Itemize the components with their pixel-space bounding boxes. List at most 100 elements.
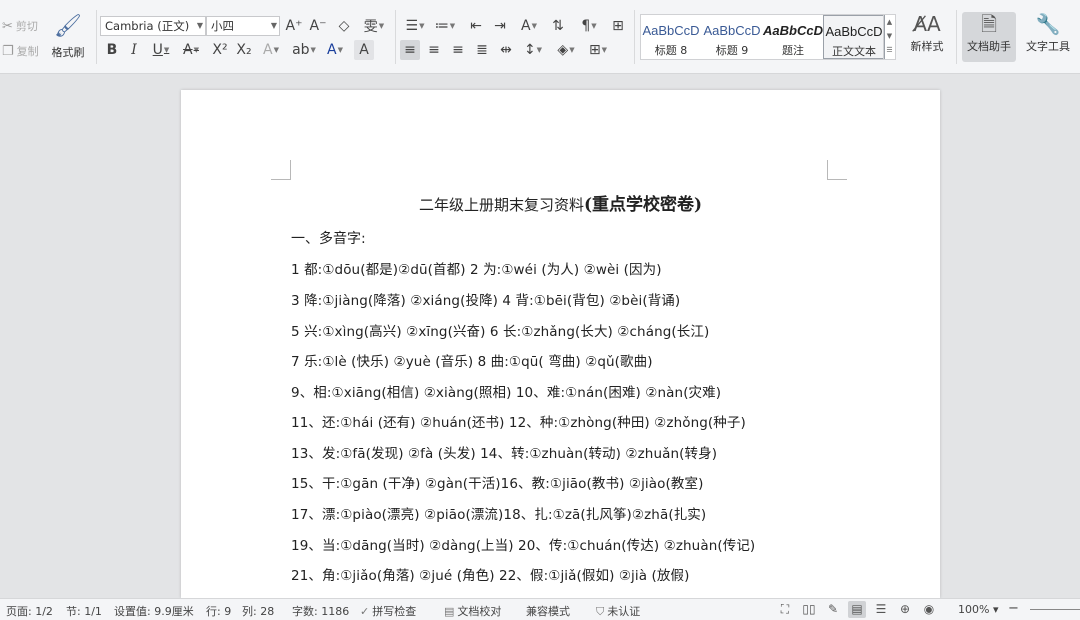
style-heading-9[interactable]: AaBbCcD 标题 9 bbox=[702, 15, 762, 59]
table-grid-icon[interactable]: ⊞ bbox=[608, 16, 628, 36]
document-page[interactable]: 二年级上册期末复习资料(重点学校密卷) 一、多音字: 1 都:①dōu(都是)②… bbox=[181, 90, 940, 598]
status-word-count[interactable]: 字数: 1186 bbox=[292, 603, 349, 619]
group-separator bbox=[96, 10, 97, 64]
ribbon-toolbar: ✂ 剪切 ❐ 复制 🖌 格式刷 Cambria (正文) ▼ 小四 ▼ A⁺ A⁻ … bbox=[0, 0, 1080, 74]
character-shading-icon[interactable]: A bbox=[354, 40, 374, 60]
decrease-indent-icon[interactable]: ⇤ bbox=[466, 16, 486, 36]
chevron-down-icon[interactable]: ▼ bbox=[884, 29, 895, 43]
new-style-button[interactable]: A̸A 新样式 bbox=[902, 12, 952, 62]
align-left-icon[interactable]: ≡ bbox=[400, 40, 420, 60]
format-painter-icon: 🖌 bbox=[54, 14, 82, 39]
margin-mark-top-left bbox=[271, 160, 291, 180]
bold-icon[interactable]: B bbox=[102, 40, 122, 60]
document-title: 二年级上册期末复习资料(重点学校密卷) bbox=[418, 195, 703, 215]
text-tools-button[interactable]: 🔧 文字工具 bbox=[1020, 12, 1076, 62]
strikethrough-icon[interactable]: A ▼ bbox=[178, 40, 204, 60]
doc-line: 11、还:①hái (还有) ②huán(还书) 12、种:①zhòng(种田)… bbox=[291, 415, 746, 431]
wrench-icon: 🔧 bbox=[1035, 12, 1061, 36]
status-row: 行: 9 bbox=[206, 605, 232, 618]
margin-mark-top-right bbox=[827, 160, 847, 180]
eye-protection-icon[interactable]: ◉ bbox=[920, 601, 938, 618]
expand-gallery-icon[interactable]: ☰ bbox=[884, 43, 895, 57]
status-section[interactable]: 节: 1/1 bbox=[66, 603, 102, 619]
zoom-level[interactable]: 100% ▾ bbox=[958, 603, 998, 616]
numbered-list-icon[interactable]: ≔ ▼ bbox=[432, 16, 458, 36]
cut-button[interactable]: ✂ 剪切 bbox=[2, 18, 38, 34]
chevron-down-icon: ▼ bbox=[196, 21, 203, 30]
clear-format-icon[interactable]: ◇ bbox=[334, 16, 354, 36]
proofread-icon: ▤ bbox=[444, 605, 455, 618]
spell-check-icon: ✓ bbox=[360, 605, 370, 618]
doc-assistant-icon: 🗎 bbox=[980, 12, 998, 36]
status-page[interactable]: 页面: 1/2 bbox=[6, 603, 53, 619]
fullscreen-icon[interactable]: ⛶ bbox=[776, 601, 794, 618]
section-heading: 一、多音字: bbox=[291, 231, 366, 247]
read-mode-icon[interactable]: ▯▯ bbox=[800, 601, 818, 618]
chevron-down-icon: ▼ bbox=[270, 21, 277, 30]
gallery-scroll[interactable]: ▲ ▼ ☰ bbox=[883, 15, 895, 59]
italic-icon[interactable]: I bbox=[124, 40, 144, 60]
group-separator bbox=[395, 10, 396, 64]
subscript-icon[interactable]: X₂ bbox=[234, 40, 254, 60]
compat-mode-label: 兼容模式 bbox=[526, 605, 570, 618]
text-effect-icon[interactable]: A ▼ bbox=[258, 40, 284, 60]
justify-icon[interactable]: ≣ bbox=[472, 40, 492, 60]
underline-icon[interactable]: U ▼ bbox=[148, 40, 174, 60]
doc-line: 1 都:①dōu(都是)②dū(首都) 2 为:①wéi (为人) ②wèi (… bbox=[291, 262, 662, 278]
grow-font-icon[interactable]: A⁺ bbox=[284, 16, 304, 36]
copy-icon: ❐ bbox=[2, 43, 14, 59]
change-case-icon[interactable]: A ▼ bbox=[516, 16, 542, 36]
doc-line: 3 降:①jiàng(降落) ②xiáng(投降) 4 背:①bēi(背包) ②… bbox=[291, 293, 681, 309]
fill-shading-icon[interactable]: ◈ ▼ bbox=[552, 40, 580, 60]
style-body-text[interactable]: AaBbCcD 正文文本 bbox=[823, 15, 885, 59]
superscript-icon[interactable]: X² bbox=[210, 40, 230, 60]
status-col: 列: 28 bbox=[242, 605, 275, 618]
align-right-icon[interactable]: ≡ bbox=[448, 40, 468, 60]
phonetic-guide-icon[interactable]: 雯 ▼ bbox=[360, 16, 388, 36]
increase-indent-icon[interactable]: ⇥ bbox=[490, 16, 510, 36]
spell-check-button[interactable]: ✓ 拼写检查 bbox=[360, 603, 416, 619]
bullet-list-icon[interactable]: ☰ ▼ bbox=[402, 16, 428, 36]
web-view-icon[interactable]: ⊕ bbox=[896, 601, 914, 618]
outline-view-icon[interactable]: ☰ bbox=[872, 601, 890, 618]
style-caption[interactable]: AaBbCcD 题注 bbox=[763, 15, 823, 59]
scissors-icon: ✂ bbox=[2, 18, 13, 34]
zoom-slider[interactable] bbox=[1030, 609, 1080, 610]
doc-line: 17、漂:①piào(漂亮) ②piāo(漂流)18、扎:①zā(扎风筝)②zh… bbox=[291, 507, 707, 523]
page-view-icon[interactable]: ▤ bbox=[848, 601, 866, 618]
sort-icon[interactable]: ⇅ bbox=[548, 16, 568, 36]
doc-line: 7 乐:①lè (快乐) ②yuè (音乐) 8 曲:①qū( 弯曲) ②qǔ(… bbox=[291, 354, 653, 370]
doc-line: 19、当:①dāng(当时) ②dàng(上当) 20、传:①chuán(传达)… bbox=[291, 538, 756, 554]
chevron-up-icon[interactable]: ▲ bbox=[884, 15, 895, 29]
line-spacing-icon[interactable]: ↕ ▼ bbox=[520, 40, 546, 60]
shield-icon: ⛉ bbox=[596, 605, 605, 618]
copy-button[interactable]: ❐ 复制 bbox=[2, 43, 39, 59]
status-bar: 页面: 1/2 节: 1/1 设置值: 9.9厘米 行: 9 列: 28 字数:… bbox=[0, 598, 1080, 620]
status-setting[interactable]: 设置值: 9.9厘米 bbox=[114, 603, 194, 619]
format-painter-button[interactable]: 🖌 格式刷 bbox=[46, 14, 90, 60]
distribute-icon[interactable]: ⇹ bbox=[496, 40, 516, 60]
zoom-out-icon[interactable]: − bbox=[1008, 601, 1019, 616]
doc-line: 21、角:①jiǎo(角落) ②jué (角色) 22、假:①jiǎ(假如) ②… bbox=[291, 568, 690, 584]
cert-status[interactable]: ⛉ 未认证 bbox=[596, 603, 640, 619]
doc-line: 15、干:①gān (干净) ②gàn(干活)16、教:①jiāo(教书) ②j… bbox=[291, 476, 704, 492]
style-heading-8[interactable]: AaBbCcD 标题 8 bbox=[641, 15, 701, 59]
font-color-icon[interactable]: A ▼ bbox=[322, 40, 348, 60]
doc-line: 5 兴:①xìng(高兴) ②xīng(兴奋) 6 长:①zhǎng(长大) ②… bbox=[291, 324, 710, 340]
font-name-select[interactable]: Cambria (正文) ▼ bbox=[100, 16, 206, 36]
doc-line: 13、发:①fā(发现) ②fà (头发) 14、转:①zhuàn(转动) ②z… bbox=[291, 446, 718, 462]
shrink-font-icon[interactable]: A⁻ bbox=[308, 16, 328, 36]
font-size-select[interactable]: 小四 ▼ bbox=[206, 16, 280, 36]
new-style-icon: A̸A bbox=[913, 12, 941, 36]
align-center-icon[interactable]: ≡ bbox=[424, 40, 444, 60]
group-separator bbox=[634, 10, 635, 64]
write-mode-icon[interactable]: ✎ bbox=[824, 601, 842, 618]
proofread-button[interactable]: ▤ 文档校对 bbox=[444, 603, 501, 619]
show-marks-icon[interactable]: ¶ ▼ bbox=[576, 16, 602, 36]
highlight-icon[interactable]: ab ▼ bbox=[290, 40, 318, 60]
doc-assistant-button[interactable]: 🗎 文档助手 bbox=[962, 12, 1016, 62]
group-separator bbox=[956, 10, 957, 64]
borders-icon[interactable]: ⊞ ▼ bbox=[584, 40, 612, 60]
doc-line: 9、相:①xiāng(相信) ②xiàng(照相) 10、难:①nán(困难) … bbox=[291, 385, 722, 401]
style-gallery: AaBbCcD 标题 8 AaBbCcD 标题 9 AaBbCcD 题注 AaB… bbox=[640, 14, 896, 60]
